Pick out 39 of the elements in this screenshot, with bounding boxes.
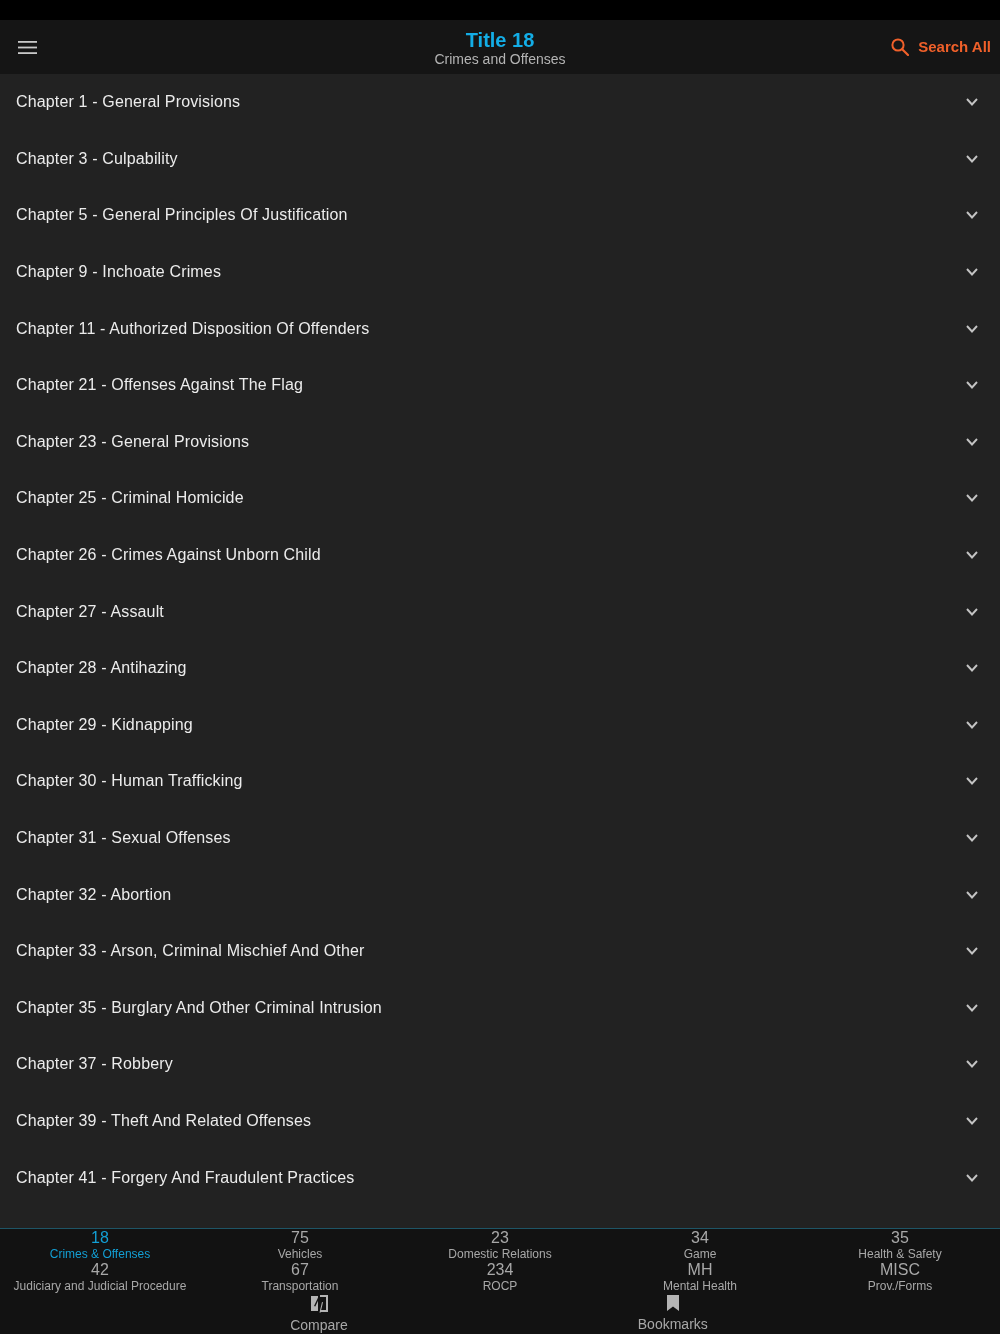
chapter-row[interactable]: Chapter 39 - Theft And Related Offenses: [0, 1092, 1000, 1150]
title-tab[interactable]: MH Mental Health: [662, 1262, 737, 1294]
chapter-row[interactable]: Chapter 21 - Offenses Against The Flag: [0, 356, 1000, 414]
title-tab[interactable]: 18 Crimes & Offenses: [49, 1230, 151, 1262]
page-subtitle: Crimes and Offenses: [434, 50, 566, 68]
chapter-row[interactable]: Chapter 1 - General Provisions: [0, 74, 1000, 131]
chapter-row[interactable]: Chapter 32 - Abortion: [0, 866, 1000, 923]
chapter-row[interactable]: Chapter 9 - Inchoate Crimes: [0, 243, 1000, 301]
title-tab[interactable]: 67 Transportation: [261, 1262, 339, 1294]
title-tab[interactable]: 23 Domestic Relations: [448, 1230, 552, 1262]
title-tab[interactable]: 42 Judiciary and Judicial Procedure: [13, 1262, 187, 1294]
page-title: Title 18: [465, 28, 535, 51]
chapter-row[interactable]: Chapter 35 - Burglary And Other Criminal Intrusion: [0, 979, 1000, 1037]
chapter-row[interactable]: Chapter 28 - Antihazing: [0, 639, 1000, 697]
chapter-row[interactable]: Chapter 37 - Robbery: [0, 1036, 1000, 1093]
compare-button[interactable]: Compare: [290, 1294, 348, 1333]
title-tab[interactable]: 35 Health & Safety: [858, 1230, 942, 1262]
chapter-row[interactable]: Chapter 30 - Human Trafficking: [0, 753, 1000, 810]
title-tab[interactable]: 234 ROCP: [482, 1262, 518, 1294]
chapter-row[interactable]: Chapter 3 - Culpability: [0, 130, 1000, 188]
title-tab[interactable]: 75 Vehicles: [277, 1230, 323, 1262]
chapter-row[interactable]: Chapter 5 - General Principles Of Justification: [0, 187, 1000, 244]
chapter-row[interactable]: Chapter 29 - Kidnapping: [0, 696, 1000, 754]
chapter-row[interactable]: Chapter 31 - Sexual Offenses: [0, 809, 1000, 867]
title-tab[interactable]: 34 Game: [683, 1230, 717, 1262]
bookmark-icon: [665, 1294, 680, 1312]
title-tab[interactable]: MISC Prov./Forms: [867, 1262, 933, 1294]
split-page-icon: [310, 1294, 328, 1313]
chapter-row[interactable]: Chapter 33 - Arson, Criminal Mischief And Other: [0, 922, 1000, 980]
bookmarks-button[interactable]: Bookmarks: [637, 1294, 708, 1333]
search-all-button[interactable]: Search All: [887, 31, 991, 63]
menu-icon: [18, 40, 37, 54]
chapter-row[interactable]: Chapter 27 - Assault: [0, 583, 1000, 640]
chapter-row[interactable]: Chapter 23 - General Provisions: [0, 413, 1000, 471]
chapter-row[interactable]: Chapter 26 - Crimes Against Unborn Child: [0, 526, 1000, 584]
chapter-row[interactable]: Chapter 41 - Forgery And Fraudulent Practices: [0, 1149, 1000, 1206]
chapter-row[interactable]: Chapter 25 - Criminal Homicide: [0, 470, 1000, 527]
chapter-row[interactable]: Chapter 11 - Authorized Disposition Of Offenders: [0, 300, 1000, 357]
search-icon: [891, 38, 910, 56]
